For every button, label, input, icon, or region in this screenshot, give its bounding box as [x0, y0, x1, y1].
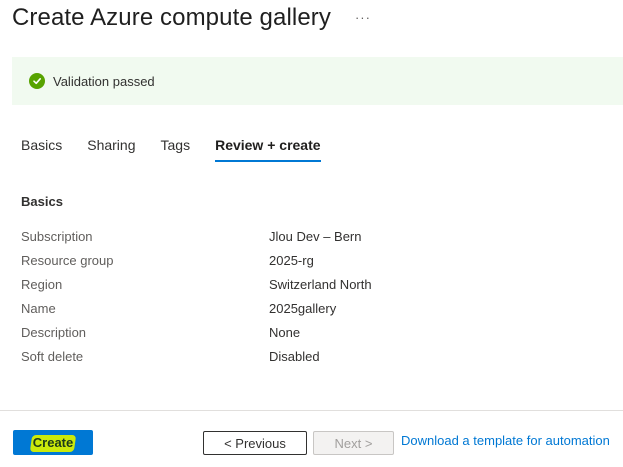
summary-row-soft-delete: Soft delete Disabled — [21, 344, 581, 368]
page-title: Create Azure compute gallery — [12, 4, 331, 31]
summary-row-name: Name 2025gallery — [21, 296, 581, 320]
row-label: Description — [21, 324, 87, 340]
row-value: None — [269, 324, 301, 340]
summary-table: Subscription Jlou Dev – Bern Resource gr… — [21, 224, 581, 368]
validation-banner: Validation passed — [12, 57, 623, 105]
summary-row-description: Description None — [21, 320, 581, 344]
row-value: Switzerland North — [269, 276, 372, 292]
tab-review-create[interactable]: Review + create — [215, 136, 321, 162]
page-header: Create Azure compute gallery ··· — [12, 3, 371, 33]
wizard-tabs: Basics Sharing Tags Review + create — [21, 136, 346, 162]
tab-tags[interactable]: Tags — [161, 136, 191, 160]
more-options-button[interactable]: ··· — [355, 3, 371, 33]
footer-divider — [0, 410, 623, 411]
previous-button[interactable]: < Previous — [203, 431, 307, 455]
next-button[interactable]: Next > — [313, 431, 394, 455]
summary-row-resource-group: Resource group 2025-rg — [21, 248, 581, 272]
row-label: Soft delete — [21, 348, 84, 364]
row-label: Region — [21, 276, 63, 292]
create-button[interactable]: Create — [13, 430, 93, 455]
row-label: Name — [21, 300, 56, 316]
row-value: Disabled — [269, 348, 320, 364]
create-gallery-page: Create Azure compute gallery ··· Validat… — [0, 0, 623, 467]
tab-basics[interactable]: Basics — [21, 136, 62, 160]
tab-sharing[interactable]: Sharing — [87, 136, 135, 160]
check-circle-icon — [29, 73, 45, 89]
summary-row-subscription: Subscription Jlou Dev – Bern — [21, 224, 581, 248]
download-template-link[interactable]: Download a template for automation — [401, 433, 610, 448]
create-button-wrapper: Create — [13, 430, 93, 455]
row-label: Resource group — [21, 252, 114, 268]
summary-section-title: Basics — [21, 194, 63, 209]
row-value: Jlou Dev – Bern — [269, 228, 362, 244]
row-value: 2025-rg — [269, 252, 314, 268]
row-value: 2025gallery — [269, 300, 337, 316]
summary-row-region: Region Switzerland North — [21, 272, 581, 296]
create-button-label: Create — [32, 435, 74, 450]
validation-message: Validation passed — [53, 73, 155, 89]
row-label: Subscription — [21, 228, 93, 244]
